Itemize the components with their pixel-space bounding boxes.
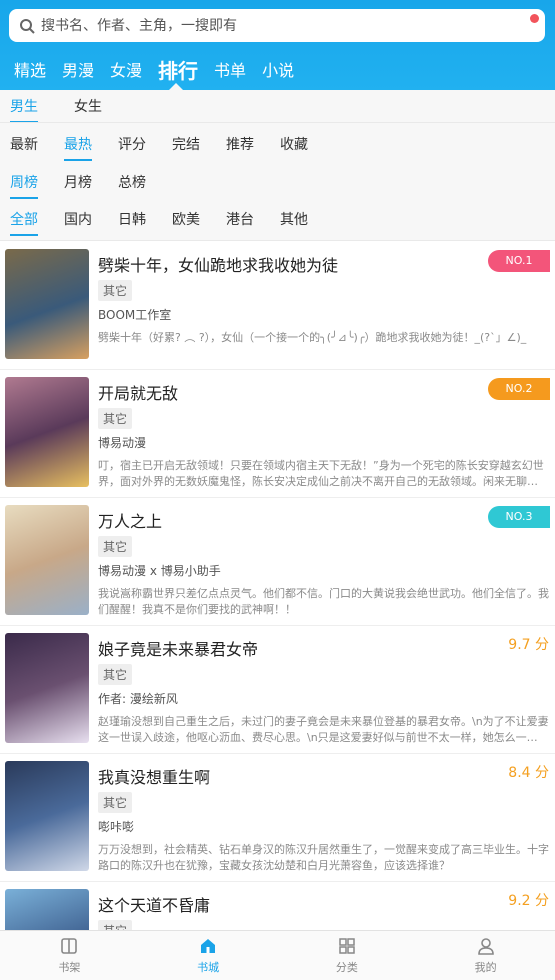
item-author: 嘭咔嘭 [98, 820, 135, 834]
item-description: 我说嵩称霸世界只差亿点点灵气。他们都不信。门口的大黄说我会绝世武功。他们全信了。… [98, 587, 549, 616]
item-title: 开局就无敌 [98, 384, 179, 403]
genre-tag: 其它 [98, 664, 133, 685]
filter-panel: 男生 女生 最新 最热 评分 完结 推荐 收藏 周榜 月榜 总榜 全部 国内 日… [0, 90, 555, 240]
period-filter: 周榜 月榜 总榜 [0, 172, 162, 199]
tab-bookshelf[interactable]: 书架 [0, 931, 139, 980]
tab-label: 分类 [335, 961, 358, 974]
region-domestic[interactable]: 国内 [64, 209, 92, 236]
cover-image [5, 505, 89, 615]
list-item[interactable]: 开局就无敌 其它 博易动漫 叮，宿主已开启无敌领域！只要在领域内宿主天下无敌！”… [0, 370, 555, 498]
item-description: 劈柴十年（好累? ︵ ?），女仙（一个接一个的╮(╯⊿╰)╭）跪地求我收她为徒！… [98, 331, 527, 344]
region-all[interactable]: 全部 [10, 209, 38, 236]
tab-category[interactable]: 分类 [278, 931, 417, 980]
period-week[interactable]: 周榜 [10, 172, 38, 199]
list-item[interactable]: 万人之上 其它 博易动漫 x 博易小助手 我说嵩称霸世界只差亿点点灵气。他们都不… [0, 498, 555, 626]
cover-image [5, 761, 89, 871]
genre-tag: 其它 [98, 792, 133, 813]
top-nav: 精选 男漫 女漫 排行 书单 小说 [0, 52, 296, 90]
item-title: 我真没想重生啊 [98, 768, 211, 787]
tab-shudan[interactable]: 书单 [214, 57, 246, 81]
bottom-tab-bar: 书架 书城 分类 我的 [0, 930, 555, 980]
tab-xiaoshuo[interactable]: 小说 [262, 57, 294, 81]
rank-badge: NO.2 [488, 378, 550, 400]
tab-nanman[interactable]: 男漫 [62, 57, 94, 81]
region-west[interactable]: 欧美 [172, 209, 200, 236]
sort-filter: 最新 最热 评分 完结 推荐 收藏 [0, 134, 324, 161]
item-author: 作者: 漫绘新风 [98, 692, 178, 706]
region-filter: 全部 国内 日韩 欧美 港台 其他 [0, 209, 324, 236]
sort-rating[interactable]: 评分 [118, 134, 146, 161]
tab-jingxuan[interactable]: 精选 [14, 57, 46, 81]
rating-score: 8.4 分 [508, 765, 549, 781]
item-author: 博易动漫 [98, 436, 147, 450]
tab-profile[interactable]: 我的 [416, 931, 555, 980]
search-input[interactable] [41, 17, 501, 34]
list-item[interactable]: 娘子竟是未来暴君女帝 其它 作者: 漫绘新风 赵瑾瑜没想到自己重生之后，未过门的… [0, 626, 555, 754]
region-japan-korea[interactable]: 日韩 [118, 209, 146, 236]
list-item[interactable]: 我真没想重生啊 其它 嘭咔嘭 万万没想到，社会精英、钻石单身汉的陈汉升居然重生了… [0, 754, 555, 882]
item-author: 博易动漫 x 博易小助手 [98, 564, 221, 578]
item-title: 万人之上 [98, 512, 163, 531]
item-description: 叮，宿主已开启无敌领域！只要在领域内宿主天下无敌！”身为一个死宅的陈长安穿越玄幻… [98, 459, 544, 488]
item-author: BOOM工作室 [98, 308, 172, 322]
header: 精选 男漫 女漫 排行 书单 小说 [0, 0, 555, 90]
region-other[interactable]: 其他 [280, 209, 308, 236]
filter-male[interactable]: 男生 [10, 96, 38, 123]
comic-list: 劈柴十年，女仙跪地求我收她为徒 其它 BOOM工作室 劈柴十年（好累? ︵ ?）… [0, 242, 555, 930]
search-icon [20, 18, 35, 34]
tab-label: 书架 [58, 961, 81, 974]
list-item[interactable]: 这个天道不昏庸 其它 9.2 分 [0, 882, 555, 930]
sort-newest[interactable]: 最新 [10, 134, 38, 161]
active-tab-caret [169, 83, 183, 90]
gender-filter: 男生 女生 [0, 96, 118, 123]
sort-hottest[interactable]: 最热 [64, 134, 92, 161]
genre-tag: 其它 [98, 408, 133, 429]
period-all[interactable]: 总榜 [118, 172, 146, 199]
genre-tag: 其它 [98, 280, 133, 301]
item-title: 劈柴十年，女仙跪地求我收她为徒 [98, 256, 339, 275]
home-icon [201, 939, 216, 953]
period-month[interactable]: 月榜 [64, 172, 92, 199]
cover-image [5, 377, 89, 487]
genre-tag: 其它 [98, 536, 133, 557]
sort-favorites[interactable]: 收藏 [280, 134, 308, 161]
item-description: 万万没想到，社会精英、钻石单身汉的陈汉升居然重生了，一觉醒来变成了高三毕业生。十… [98, 843, 549, 872]
tab-label: 书城 [197, 961, 220, 974]
tab-paihang[interactable]: 排行 [158, 55, 198, 84]
divider [0, 122, 555, 123]
rating-score: 9.2 分 [508, 893, 549, 909]
genre-tag: 其它 [98, 920, 133, 930]
search-bar[interactable] [9, 9, 545, 42]
sort-recommended[interactable]: 推荐 [226, 134, 254, 161]
tab-label: 我的 [474, 961, 497, 974]
cover-image [5, 249, 89, 359]
divider [0, 240, 555, 241]
item-description: 赵瑾瑜没想到自己重生之后，未过门的妻子竟会是未来暴位登基的暴君女帝。\n为了不让… [98, 715, 549, 744]
rank-badge: NO.3 [488, 506, 550, 528]
rank-badge: NO.1 [488, 250, 550, 272]
cover-image [5, 633, 89, 743]
region-hk-tw[interactable]: 港台 [226, 209, 254, 236]
sort-completed[interactable]: 完结 [172, 134, 200, 161]
rating-score: 9.7 分 [508, 637, 549, 653]
notification-dot [530, 14, 539, 23]
tab-bookstore[interactable]: 书城 [139, 931, 278, 980]
cover-image [5, 889, 89, 930]
item-title: 这个天道不昏庸 [98, 896, 211, 915]
filter-female[interactable]: 女生 [74, 96, 102, 123]
user-icon [477, 938, 494, 955]
item-title: 娘子竟是未来暴君女帝 [98, 640, 259, 659]
grid-icon [339, 938, 355, 954]
list-item[interactable]: 劈柴十年，女仙跪地求我收她为徒 其它 BOOM工作室 劈柴十年（好累? ︵ ?）… [0, 242, 555, 370]
tab-nvman[interactable]: 女漫 [110, 57, 142, 81]
bookshelf-icon [61, 938, 78, 954]
